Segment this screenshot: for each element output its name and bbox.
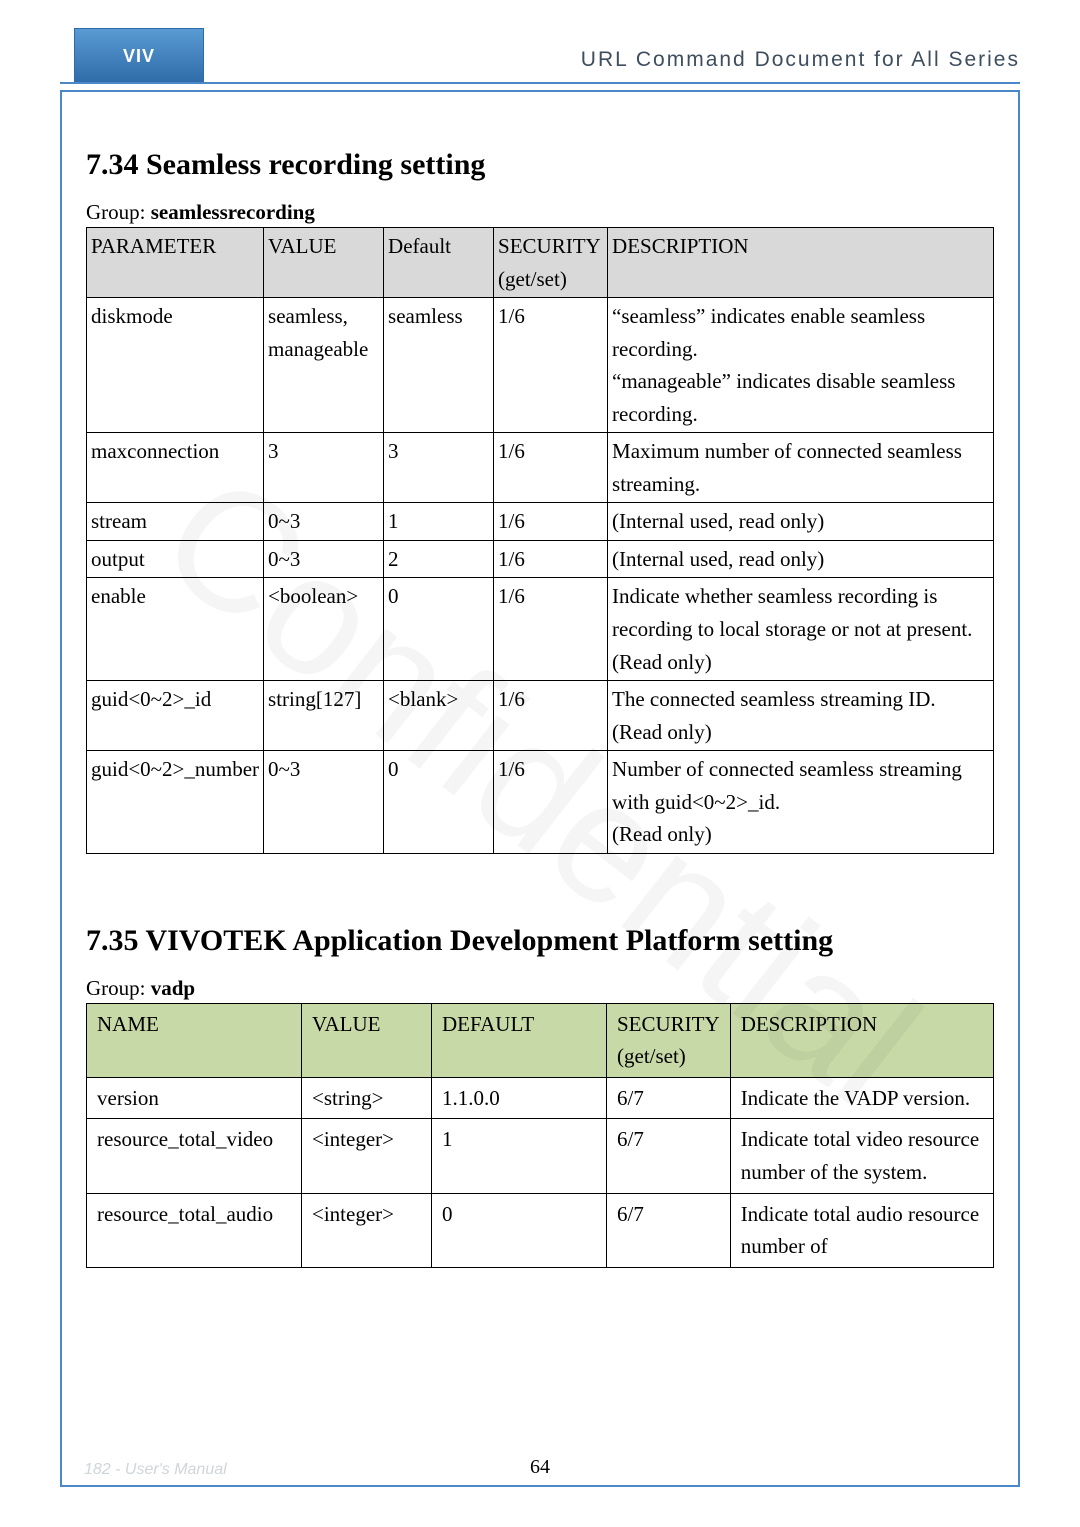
table-cell: 6/7 <box>607 1119 731 1193</box>
group-prefix: Group: <box>86 976 151 1000</box>
table-cell: 0~3 <box>264 503 384 541</box>
table-cell: stream <box>87 503 264 541</box>
table-cell: Maximum number of connected seamless str… <box>608 433 994 503</box>
table-row: enable<boolean>01/6Indicate whether seam… <box>87 578 994 681</box>
group-name: vadp <box>151 976 195 1000</box>
table-cell: <string> <box>302 1077 432 1119</box>
table-row: resource_total_audio<integer>06/7Indicat… <box>87 1193 994 1267</box>
table-cell: output <box>87 540 264 578</box>
header-divider <box>60 82 1020 84</box>
table-cell: resource_total_audio <box>87 1193 302 1267</box>
group-prefix: Group: <box>86 200 151 224</box>
table-cell: <integer> <box>302 1193 432 1267</box>
table-row: maxconnection331/6Maximum number of conn… <box>87 433 994 503</box>
table-cell: version <box>87 1077 302 1119</box>
col-description: DESCRIPTION <box>730 1003 993 1077</box>
col-value: VALUE <box>264 228 384 298</box>
col-description: DESCRIPTION <box>608 228 994 298</box>
table-cell: 1/6 <box>494 540 608 578</box>
doc-title: URL Command Document for All Series <box>581 48 1020 72</box>
table-header-row: NAME VALUE DEFAULT SECURITY(get/set) DES… <box>87 1003 994 1077</box>
col-security: SECURITY(get/set) <box>494 228 608 298</box>
col-default: DEFAULT <box>432 1003 607 1077</box>
table-cell: “seamless” indicates enable seamless rec… <box>608 298 994 433</box>
table-cell: 0 <box>432 1193 607 1267</box>
brand-logo: VIV <box>74 28 204 84</box>
table-row: resource_total_video<integer>16/7Indicat… <box>87 1119 994 1193</box>
table-cell: 0~3 <box>264 540 384 578</box>
col-value: VALUE <box>302 1003 432 1077</box>
table-cell: 0 <box>384 578 494 681</box>
table-cell: 1.1.0.0 <box>432 1077 607 1119</box>
table-row: output0~321/6(Internal used, read only) <box>87 540 994 578</box>
group-line-734: Group: seamlessrecording <box>86 200 994 225</box>
footer-page-number: 64 <box>0 1456 1080 1479</box>
col-security: SECURITY(get/set) <box>607 1003 731 1077</box>
table-cell: (Internal used, read only) <box>608 540 994 578</box>
table-cell: Indicate total video resource number of … <box>730 1119 993 1193</box>
table-cell: enable <box>87 578 264 681</box>
group-name: seamlessrecording <box>151 200 315 224</box>
table-cell: Indicate total audio resource number of <box>730 1193 993 1267</box>
section-heading-735: 7.35 VIVOTEK Application Development Pla… <box>86 924 994 958</box>
table-cell: 1/6 <box>494 503 608 541</box>
table-header-row: PARAMETER VALUE Default SECURITY(get/set… <box>87 228 994 298</box>
table-cell: 6/7 <box>607 1077 731 1119</box>
table-cell: seamless, manageable <box>264 298 384 433</box>
table-seamlessrecording: PARAMETER VALUE Default SECURITY(get/set… <box>86 227 994 854</box>
table-cell: Number of connected seamless streaming w… <box>608 751 994 854</box>
table-cell: 2 <box>384 540 494 578</box>
table-cell: 0 <box>384 751 494 854</box>
table-cell: 1/6 <box>494 578 608 681</box>
table-cell: 0~3 <box>264 751 384 854</box>
table-row: version<string>1.1.0.06/7Indicate the VA… <box>87 1077 994 1119</box>
table-row: stream0~311/6(Internal used, read only) <box>87 503 994 541</box>
logo-text: VIV <box>123 46 155 67</box>
table-cell: <boolean> <box>264 578 384 681</box>
table-cell: 3 <box>384 433 494 503</box>
table-cell: 1/6 <box>494 681 608 751</box>
table-vadp: NAME VALUE DEFAULT SECURITY(get/set) DES… <box>86 1003 994 1268</box>
table-cell: guid<0~2>_number <box>87 751 264 854</box>
page: VIV URL Command Document for All Series … <box>0 0 1080 1527</box>
table-cell: (Internal used, read only) <box>608 503 994 541</box>
table-cell: Indicate the VADP version. <box>730 1077 993 1119</box>
col-name: NAME <box>87 1003 302 1077</box>
col-parameter: PARAMETER <box>87 228 264 298</box>
table-cell: <blank> <box>384 681 494 751</box>
table-cell: The connected seamless streaming ID. (Re… <box>608 681 994 751</box>
table-row: diskmodeseamless, manageableseamless1/6“… <box>87 298 994 433</box>
table-cell: diskmode <box>87 298 264 433</box>
table-cell: 1/6 <box>494 433 608 503</box>
table-cell: 1/6 <box>494 751 608 854</box>
table-cell: 1 <box>384 503 494 541</box>
table-cell: 1/6 <box>494 298 608 433</box>
table-cell: string[127] <box>264 681 384 751</box>
table-cell: 6/7 <box>607 1193 731 1267</box>
table-row: guid<0~2>_number0~301/6Number of connect… <box>87 751 994 854</box>
table-cell: 3 <box>264 433 384 503</box>
table-cell: guid<0~2>_id <box>87 681 264 751</box>
table-cell: seamless <box>384 298 494 433</box>
table-cell: 1 <box>432 1119 607 1193</box>
table-cell: <integer> <box>302 1119 432 1193</box>
content-frame: Confidential 7.34 Seamless recording set… <box>60 90 1020 1487</box>
table-cell: Indicate whether seamless recording is r… <box>608 578 994 681</box>
section-heading-734: 7.34 Seamless recording setting <box>86 148 994 182</box>
table-row: guid<0~2>_idstring[127]<blank>1/6The con… <box>87 681 994 751</box>
group-line-735: Group: vadp <box>86 976 994 1001</box>
col-default: Default <box>384 228 494 298</box>
table-cell: resource_total_video <box>87 1119 302 1193</box>
table-cell: maxconnection <box>87 433 264 503</box>
